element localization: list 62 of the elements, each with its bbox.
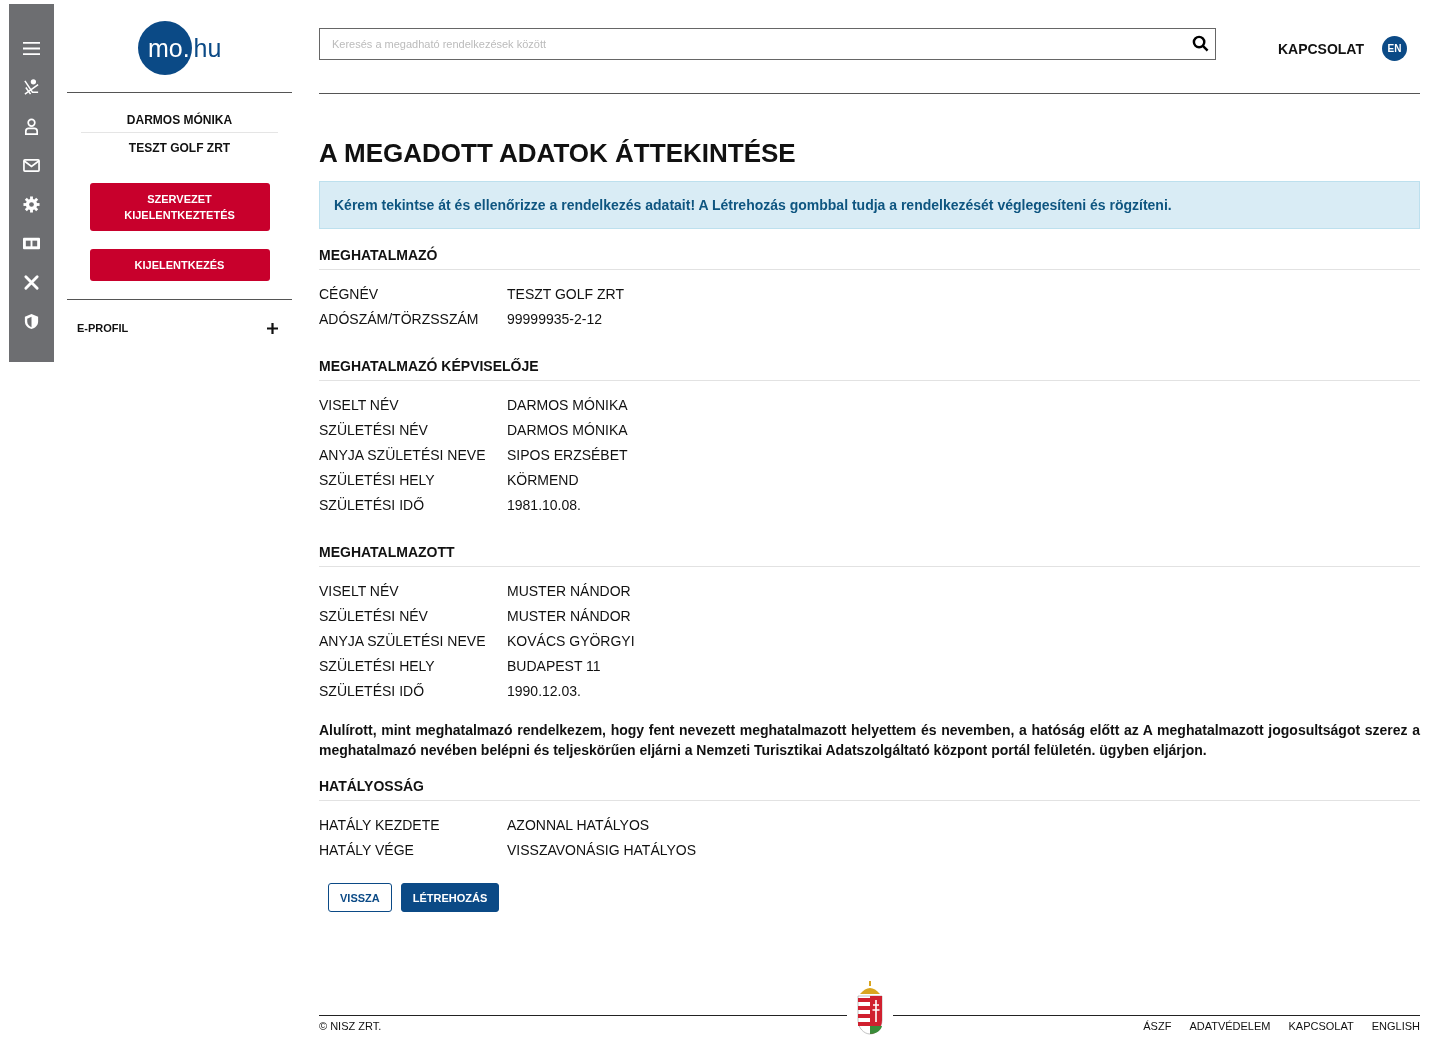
search-field[interactable]: Keresés a megadható rendelkezések között <box>319 27 1216 60</box>
field-value: TESZT GOLF ZRT <box>507 285 624 304</box>
plus-icon <box>267 322 278 334</box>
section-heading: MEGHATALMAZOTT <box>319 544 1420 567</box>
settings-icon[interactable] <box>23 196 40 213</box>
contact-link[interactable]: KAPCSOLAT <box>1277 40 1364 57</box>
field-value: BUDAPEST 11 <box>507 657 601 676</box>
user-icon[interactable] <box>23 118 40 135</box>
footer-link[interactable]: ADATVÉDELEM <box>1189 1020 1271 1032</box>
field-label: SZÜLETÉSI NÉV <box>319 607 429 626</box>
field-value: SIPOS ERZSÉBET <box>507 446 628 465</box>
copyright-text: © NISZ ZRT. <box>319 1020 382 1032</box>
section-heading: MEGHATALMAZÓ KÉPVISELŐJE <box>319 358 1420 381</box>
field-value: MUSTER NÁNDOR <box>507 582 631 601</box>
envelope-icon[interactable] <box>23 157 40 174</box>
user-name: DARMOS MÓNIKA <box>81 113 278 133</box>
field-label: SZÜLETÉSI HELY <box>319 657 436 676</box>
field-label: ANYJA SZÜLETÉSI NEVE <box>319 632 487 651</box>
field-value: KÖRMEND <box>507 471 579 490</box>
section-heading: HATÁLYOSSÁG <box>319 778 1420 801</box>
field-value: DARMOS MÓNIKA <box>507 396 628 415</box>
footer-link[interactable]: ENGLISH <box>1371 1020 1420 1032</box>
field-label: VISELT NÉV <box>319 396 400 415</box>
field-value: KOVÁCS GYÖRGYI <box>507 632 635 651</box>
statement-text: Alulírott, mint meghatalmazó rendelkezem, hogy fent nevezett meghatalmazott helyettem és nevemben, a hatóság előtt az A meghatalmazott jogosultságot szerez a meghatalmazó nevében belépni és teljeskörűen eljárni a Nemzeti Turisztikai Adatszolgáltató központ portál felületén. ügyben eljárjon. <box>319 721 1420 760</box>
menu-icon[interactable] <box>23 40 40 57</box>
field-label: ADÓSZÁM/TÖRZSSZÁM <box>319 310 480 329</box>
language-button[interactable]: EN <box>1382 36 1407 61</box>
field-label: HATÁLY VÉGE <box>319 841 415 860</box>
organization-logout-button[interactable]: SZERVEZET KIJELENTKEZTETÉS <box>89 183 270 231</box>
field-label: SZÜLETÉSI NÉV <box>319 421 429 440</box>
page-title: A MEGADOTT ADATOK ÁTTEKINTÉSE <box>319 138 797 169</box>
organization-name: TESZT GOLF ZRT <box>127 141 232 155</box>
info-notice: Kérem tekintse át és ellenőrizze a rendelkezés adatait! A Létrehozás gombbal tudja a rendelkezését véglegesíteni és rögzíteni. <box>319 181 1420 229</box>
logo-circle: mo. <box>137 21 192 75</box>
field-value: VISSZAVONÁSIG HATÁLYOS <box>507 841 697 860</box>
section-heading: MEGHATALMAZÓ <box>319 247 1420 270</box>
menu-item[interactable]: E-PROFIL <box>67 300 292 334</box>
field-value: DARMOS MÓNIKA <box>507 421 628 440</box>
back-button[interactable]: VISSZA <box>328 883 392 912</box>
field-label: ANYJA SZÜLETÉSI NEVE <box>319 446 487 465</box>
field-label: SZÜLETÉSI HELY <box>319 471 436 490</box>
field-value: MUSTER NÁNDOR <box>507 607 631 626</box>
logout-button[interactable]: KIJELENTKEZÉS <box>89 249 270 281</box>
reclining-figure-icon[interactable] <box>23 79 40 96</box>
field-value: 1990.12.03. <box>507 682 581 701</box>
field-value: 1981.10.08. <box>507 496 581 515</box>
logo-text: hu <box>193 33 222 63</box>
shield-icon[interactable] <box>23 313 40 330</box>
footer-link[interactable]: KAPCSOLAT <box>1288 1020 1354 1032</box>
field-label: CÉGNÉV <box>319 285 380 304</box>
search-icon[interactable] <box>1192 34 1209 52</box>
coat-of-arms-icon <box>855 980 884 1036</box>
field-value: 99999935-2-12 <box>507 310 602 329</box>
field-label: VISELT NÉV <box>319 582 400 601</box>
create-button[interactable]: LÉTREHOZÁS <box>400 883 500 912</box>
card-icon[interactable] <box>23 235 40 252</box>
field-label: SZÜLETÉSI IDŐ <box>319 496 426 515</box>
field-value: AZONNAL HATÁLYOS <box>507 816 650 835</box>
footer-link[interactable]: ÁSZF <box>1143 1020 1172 1032</box>
field-label: HATÁLY KEZDETE <box>319 816 441 835</box>
field-label: SZÜLETÉSI IDŐ <box>319 682 426 701</box>
